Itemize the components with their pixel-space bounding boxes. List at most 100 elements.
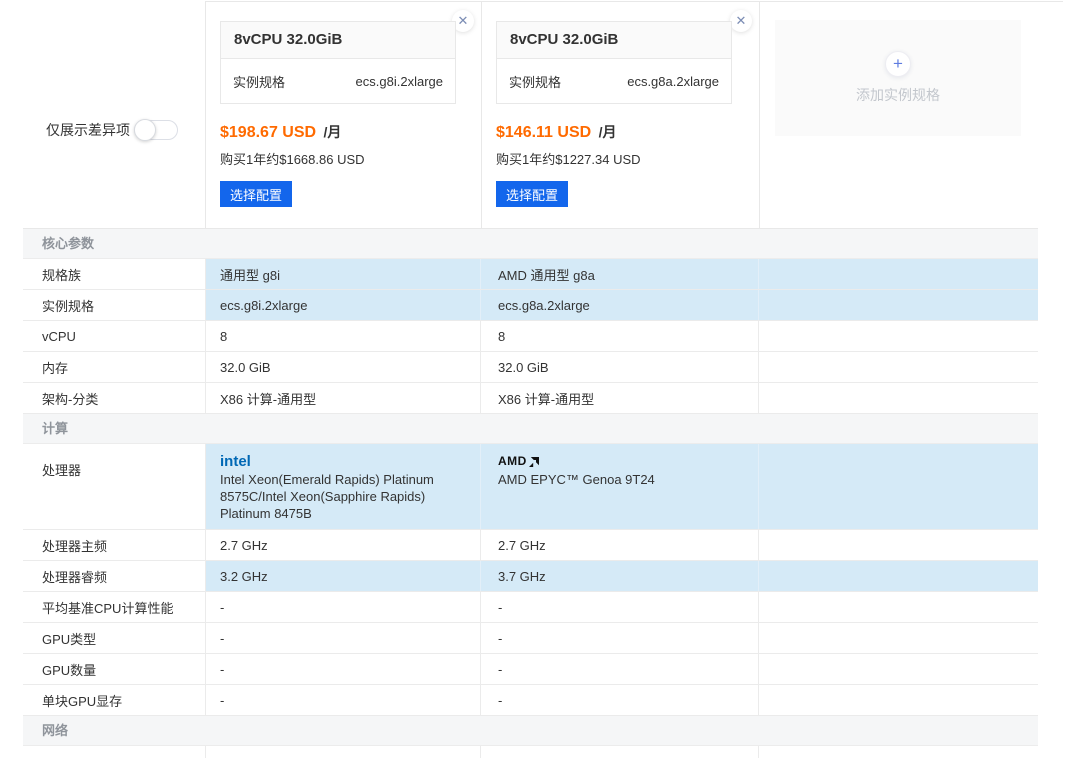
spec-label: 实例规格 [509,72,561,91]
select-config-button[interactable]: 选择配置 [496,181,568,207]
price-unit: /月 [324,124,342,140]
add-instance-label: 添加实例规格 [856,85,940,105]
price-line: $198.67 USD /月 [220,122,341,142]
cell-instance1: 2.7 GHz [206,530,481,560]
row-label: 实例规格 [23,290,206,320]
amd-arrow-icon [529,457,539,467]
close-icon[interactable]: ✕ [730,10,752,32]
yearly-price: 购买1年约$1227.34 USD [496,149,641,168]
table-row: 内存 32.0 GiB 32.0 GiB [23,352,1038,383]
spec-value: ecs.g8a.2xlarge [627,74,719,89]
cell-empty [759,259,1038,289]
cell-empty [759,623,1038,653]
cell-empty [759,561,1038,591]
cell-instance2: X86 计算-通用型 [481,383,759,413]
price-line: $146.11 USD /月 [496,122,617,142]
processor-text: AMD EPYC™ Genoa 9T24 [498,472,655,487]
cell-instance1: X86 计算-通用型 [206,383,481,413]
section-row-core: 核心参数 [23,229,1038,259]
cell-empty [759,383,1038,413]
monthly-price: $146.11 USD [496,124,591,141]
row-label: 处理器主频 [23,530,206,560]
row-label: GPU类型 [23,623,206,653]
amd-logo: AMD [498,452,655,471]
monthly-price: $198.67 USD [220,124,316,141]
cell-instance1: ecs.g8i.2xlarge [206,290,481,320]
row-label [23,746,206,758]
cell-empty [759,444,1038,529]
yearly-price: 购买1年约$1668.86 USD [220,149,365,168]
instance-card-2: ✕ 8vCPU 32.0GiB 实例规格 ecs.g8a.2xlarge $14… [481,0,759,228]
row-label: 处理器睿频 [23,561,206,591]
cell-empty [759,654,1038,684]
cell-instance2: 3.7 GHz [481,561,759,591]
table-row: GPU数量 - - [23,654,1038,685]
row-label: 平均基准CPU计算性能 [23,592,206,622]
cell-empty [759,685,1038,715]
price-unit: /月 [599,124,617,140]
processor-text: Intel Xeon(Emerald Rapids) Platinum 8575… [220,472,434,521]
cell-instance2: - [481,654,759,684]
cell-empty [759,530,1038,560]
cell-empty [759,352,1038,382]
intel-logo: intel [220,452,464,471]
cell-instance2: ecs.g8a.2xlarge [481,290,759,320]
table-row: vCPU 8 8 [23,321,1038,352]
table-row: 实例规格 ecs.g8i.2xlarge ecs.g8a.2xlarge [23,290,1038,321]
cell-empty [759,746,1038,758]
table-row: GPU类型 - - [23,623,1038,654]
add-instance-column: + 添加实例规格 [759,0,1066,228]
section-row-compute: 计算 [23,414,1038,444]
cell-instance1: - [206,592,481,622]
cell-instance1: 3.2 GHz [206,561,481,591]
table-row-processor: 处理器 intel Intel Xeon(Emerald Rapids) Pla… [23,444,1038,530]
spec-box: 8vCPU 32.0GiB 实例规格 ecs.g8i.2xlarge [220,21,456,104]
cell-instance1: - [206,654,481,684]
cell-instance2: AMD AMD EPYC™ Genoa 9T24 [481,444,759,529]
plus-icon: + [885,51,911,77]
cell-empty [759,592,1038,622]
row-label: 内存 [23,352,206,382]
spec-value: ecs.g8i.2xlarge [356,74,443,89]
spec-box: 8vCPU 32.0GiB 实例规格 ecs.g8a.2xlarge [496,21,732,104]
cell-instance2: 2.7 GHz [481,530,759,560]
diff-only-toggle[interactable] [134,120,178,140]
row-label: 单块GPU显存 [23,685,206,715]
cell-empty [759,321,1038,351]
table-row: 架构-分类 X86 计算-通用型 X86 计算-通用型 [23,383,1038,414]
row-label: 处理器 [23,444,206,529]
row-label: vCPU [23,321,206,351]
card-title: 8vCPU 32.0GiB [497,22,731,59]
diff-only-control: 仅展示差异项 [46,118,178,142]
table-row: 平均基准CPU计算性能 - - [23,592,1038,623]
table-row-partial [23,746,1038,758]
cell-instance1 [206,746,481,758]
spec-label: 实例规格 [233,72,285,91]
table-row: 处理器主频 2.7 GHz 2.7 GHz [23,530,1038,561]
toggle-knob [134,119,156,141]
instance-comparison-page: 仅展示差异项 ✕ 8vCPU 32.0GiB 实例规格 ecs.g8i.2xla… [0,0,1066,758]
cell-instance2: 8 [481,321,759,351]
cell-instance2: AMD 通用型 g8a [481,259,759,289]
row-label: GPU数量 [23,654,206,684]
select-config-button[interactable]: 选择配置 [220,181,292,207]
cell-instance1: - [206,685,481,715]
comparison-table: 核心参数 规格族 通用型 g8i AMD 通用型 g8a 实例规格 ecs.g8… [23,228,1038,758]
table-row: 单块GPU显存 - - [23,685,1038,716]
section-row-network: 网络 [23,716,1038,746]
cell-instance1: 32.0 GiB [206,352,481,382]
add-instance-card[interactable]: + 添加实例规格 [775,20,1021,136]
diff-only-label: 仅展示差异项 [46,120,130,140]
cell-empty [759,290,1038,320]
row-label: 规格族 [23,259,206,289]
card-title: 8vCPU 32.0GiB [221,22,455,59]
table-row: 处理器睿频 3.2 GHz 3.7 GHz [23,561,1038,592]
cell-instance2 [481,746,759,758]
cell-instance2: 32.0 GiB [481,352,759,382]
cell-instance1: intel Intel Xeon(Emerald Rapids) Platinu… [206,444,481,529]
cell-instance2: - [481,623,759,653]
cell-instance1: 8 [206,321,481,351]
instance-card-1: ✕ 8vCPU 32.0GiB 实例规格 ecs.g8i.2xlarge $19… [205,0,481,228]
cell-instance1: 通用型 g8i [206,259,481,289]
cell-instance2: - [481,685,759,715]
